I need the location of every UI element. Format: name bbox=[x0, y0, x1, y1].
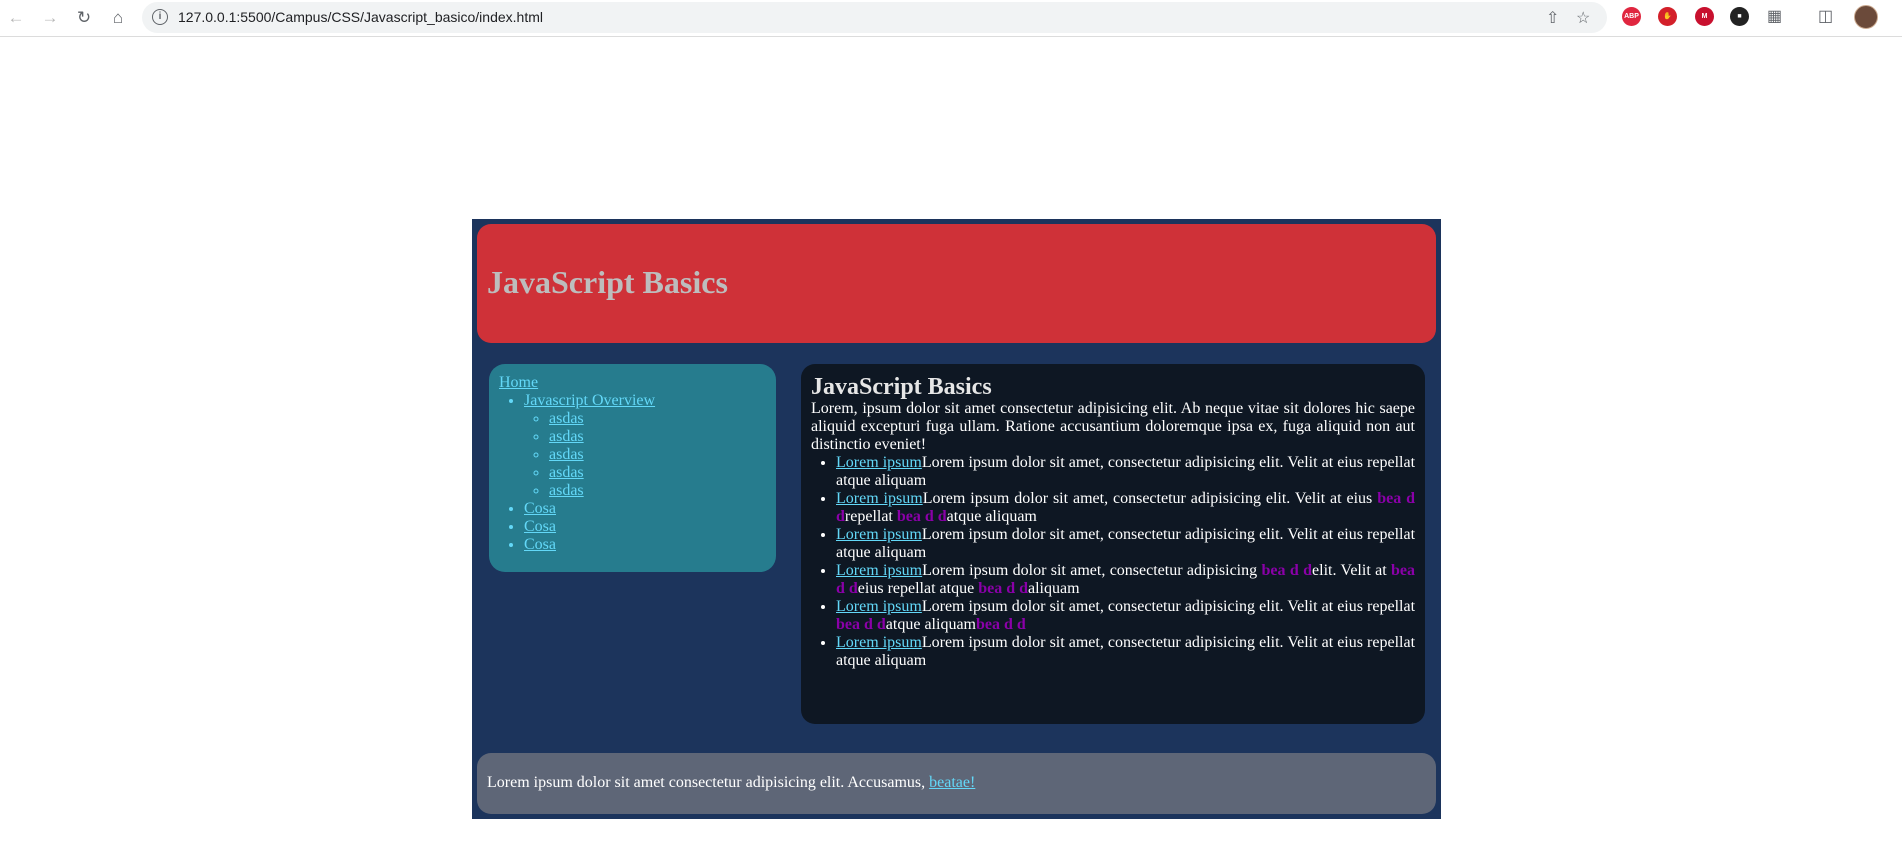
nav-item-cosa: Cosa bbox=[524, 536, 766, 554]
footer-text: Lorem ipsum dolor sit amet consectetur a… bbox=[487, 774, 930, 791]
nav-subitem-link[interactable]: asdas bbox=[549, 410, 584, 427]
highlight-span: bea d d bbox=[1261, 562, 1313, 579]
item-link[interactable]: Lorem ipsum bbox=[836, 526, 922, 543]
nav-item-cosa: Cosa bbox=[524, 500, 766, 518]
item-text: atque aliquam bbox=[946, 508, 1037, 525]
item-link[interactable]: Lorem ipsum bbox=[836, 454, 922, 471]
item-text: Lorem ipsum dolor sit amet, consectetur … bbox=[921, 598, 1416, 615]
nav-subitem: asdas bbox=[549, 410, 766, 428]
item-text: Lorem ipsum dolor sit amet, consectetur … bbox=[836, 454, 1416, 489]
item-link[interactable]: Lorem ipsum bbox=[836, 634, 922, 651]
sidebar-nav: Home Javascript Overview asdas asdas asd… bbox=[489, 364, 776, 572]
nav-item-cosa: Cosa bbox=[524, 518, 766, 536]
item-text: eius repellat atque bbox=[857, 580, 979, 597]
highlight-span: bea d d bbox=[975, 616, 1026, 633]
share-icon[interactable]: ⇧ bbox=[1546, 8, 1559, 28]
nav-subitem: asdas bbox=[549, 446, 766, 464]
highlight-span: bea d d bbox=[896, 508, 947, 525]
reload-icon[interactable]: ↻ bbox=[70, 4, 98, 32]
nav-item-overview: Javascript Overview asdas asdas asdas as… bbox=[524, 392, 766, 500]
nav-cosa-link[interactable]: Cosa bbox=[524, 500, 556, 517]
nav-sublist: asdas asdas asdas asdas asdas bbox=[524, 410, 766, 500]
mega-extension-icon[interactable]: M bbox=[1695, 7, 1714, 26]
address-bar[interactable]: i 127.0.0.1:5500/Campus/CSS/Javascript_b… bbox=[142, 2, 1607, 33]
item-text: Lorem ipsum dolor sit amet, consectetur … bbox=[922, 490, 1378, 507]
back-icon[interactable]: ← bbox=[2, 4, 30, 32]
nav-list: Javascript Overview asdas asdas asdas as… bbox=[499, 392, 766, 554]
list-item: Lorem ipsumLorem ipsum dolor sit amet, c… bbox=[836, 490, 1415, 526]
item-text: atque aliquam bbox=[885, 616, 976, 633]
page-footer: Lorem ipsum dolor sit amet consectetur a… bbox=[477, 753, 1436, 814]
list-item: Lorem ipsumLorem ipsum dolor sit amet, c… bbox=[836, 562, 1415, 598]
nav-subitem-link[interactable]: asdas bbox=[549, 446, 584, 463]
extension-red-hand-icon[interactable]: ✋ bbox=[1658, 7, 1677, 26]
item-text: elit. Velit at bbox=[1312, 562, 1392, 579]
home-icon[interactable]: ⌂ bbox=[104, 4, 132, 32]
highlight-span: bea d d bbox=[978, 580, 1028, 597]
nav-subitem: asdas bbox=[549, 482, 766, 500]
site-info-icon[interactable]: i bbox=[152, 9, 168, 25]
nav-overview-link[interactable]: Javascript Overview bbox=[524, 392, 655, 409]
nav-home-link[interactable]: Home bbox=[499, 374, 538, 391]
item-text: aliquam bbox=[1027, 580, 1080, 597]
list-item: Lorem ipsumLorem ipsum dolor sit amet, c… bbox=[836, 454, 1415, 490]
side-panel-icon[interactable]: ◫ bbox=[1818, 6, 1833, 26]
item-link[interactable]: Lorem ipsum bbox=[836, 490, 923, 507]
list-item: Lorem ipsumLorem ipsum dolor sit amet, c… bbox=[836, 526, 1415, 562]
browser-toolbar: ← → ↻ ⌂ i 127.0.0.1:5500/Campus/CSS/Java… bbox=[0, 0, 1902, 37]
item-link[interactable]: Lorem ipsum bbox=[836, 562, 922, 579]
forward-icon[interactable]: → bbox=[36, 4, 64, 32]
item-text: Lorem ipsum dolor sit amet, consectetur … bbox=[836, 526, 1416, 561]
page-container: JavaScript Basics Home Javascript Overvi… bbox=[472, 219, 1441, 819]
item-text: Lorem ipsum dolor sit amet, consectetur … bbox=[922, 562, 1262, 579]
main-content: JavaScript Basics Lorem, ipsum dolor sit… bbox=[801, 364, 1425, 724]
highlight-span: bea d d bbox=[836, 616, 886, 633]
nav-subitem-link[interactable]: asdas bbox=[549, 464, 584, 481]
extension-dark-icon[interactable]: ■ bbox=[1730, 7, 1749, 26]
adblock-extension-icon[interactable]: ABP bbox=[1622, 7, 1641, 26]
extensions-puzzle-icon[interactable]: ▦ bbox=[1767, 6, 1782, 26]
profile-avatar[interactable] bbox=[1854, 5, 1878, 29]
nav-subitem: asdas bbox=[549, 464, 766, 482]
page-header: JavaScript Basics bbox=[477, 224, 1436, 343]
nav-subitem-link[interactable]: asdas bbox=[549, 428, 584, 445]
list-item: Lorem ipsumLorem ipsum dolor sit amet, c… bbox=[836, 634, 1415, 670]
nav-subitem-link[interactable]: asdas bbox=[549, 482, 584, 499]
nav-cosa-link[interactable]: Cosa bbox=[524, 518, 556, 535]
intro-paragraph: Lorem, ipsum dolor sit amet consectetur … bbox=[811, 400, 1415, 453]
list-item: Lorem ipsumLorem ipsum dolor sit amet, c… bbox=[836, 598, 1415, 634]
footer-link[interactable]: beatae! bbox=[929, 774, 975, 791]
content-title: JavaScript Basics bbox=[811, 374, 992, 400]
nav-subitem: asdas bbox=[549, 428, 766, 446]
item-link[interactable]: Lorem ipsum bbox=[836, 598, 922, 615]
content-list: Lorem ipsumLorem ipsum dolor sit amet, c… bbox=[811, 454, 1415, 670]
item-text: Lorem ipsum dolor sit amet, consectetur … bbox=[836, 634, 1416, 669]
bookmark-star-icon[interactable]: ☆ bbox=[1576, 8, 1590, 28]
header-title: JavaScript Basics bbox=[487, 264, 728, 300]
item-text: repellat bbox=[844, 508, 897, 525]
nav-cosa-link[interactable]: Cosa bbox=[524, 536, 556, 553]
address-url[interactable]: 127.0.0.1:5500/Campus/CSS/Javascript_bas… bbox=[178, 9, 543, 25]
